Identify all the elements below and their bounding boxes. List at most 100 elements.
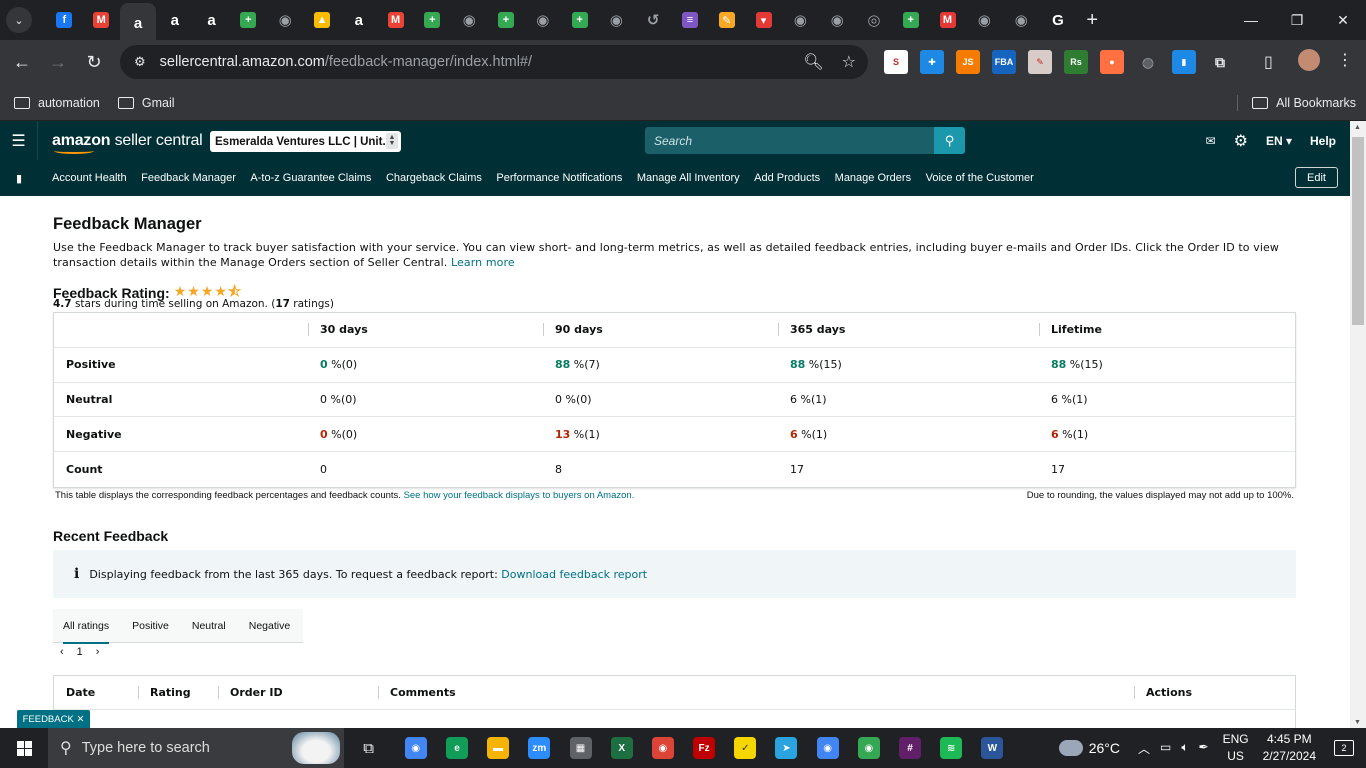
tab-neutral[interactable]: Neutral xyxy=(192,609,226,643)
taskbar-app[interactable]: Fz xyxy=(684,728,725,768)
browser-tab[interactable]: ◉ xyxy=(966,3,1003,37)
browser-tab[interactable]: a xyxy=(193,3,230,37)
ext-fba-icon[interactable]: FBA xyxy=(992,50,1016,74)
forward-button[interactable]: → xyxy=(40,45,76,81)
browser-tab[interactable]: + xyxy=(414,3,451,37)
col-comments[interactable]: Comments xyxy=(378,686,1134,699)
taskbar-app[interactable]: zm xyxy=(519,728,560,768)
tab-search-button[interactable]: ⌄ xyxy=(6,7,32,33)
browser-tab[interactable]: ▾ xyxy=(745,3,782,37)
tab-all-ratings[interactable]: All ratings xyxy=(63,609,110,644)
hamburger-menu-icon[interactable]: ☰ xyxy=(0,121,38,160)
browser-tab[interactable]: + xyxy=(892,3,929,37)
prev-page-icon[interactable]: ‹ xyxy=(60,646,64,658)
page-scrollbar[interactable]: ▲ ▼ xyxy=(1350,121,1366,728)
clock[interactable]: 4:45 PM 2/27/2024 xyxy=(1263,731,1316,765)
feedback-widget-tab[interactable]: FEEDBACK ✕ xyxy=(17,710,90,728)
browser-tab[interactable]: ◉ xyxy=(524,3,561,37)
browser-tab[interactable]: M xyxy=(929,3,966,37)
browser-tab[interactable]: + xyxy=(230,3,267,37)
bookmark-star-icon[interactable]: ☆ xyxy=(842,52,856,72)
browser-tab[interactable]: ≡ xyxy=(672,3,709,37)
profile-avatar[interactable] xyxy=(1298,49,1320,71)
nav-add-products[interactable]: Add Products xyxy=(754,172,820,184)
ext-sellerapp-icon[interactable]: S xyxy=(884,50,908,74)
nav-voice-of-customer[interactable]: Voice of the Customer xyxy=(926,172,1034,184)
bookmark-folder-gmail[interactable]: Gmail xyxy=(117,96,175,110)
notifications-icon[interactable]: 2 xyxy=(1334,740,1354,756)
next-page-icon[interactable]: › xyxy=(96,646,100,658)
bookmark-folder-automation[interactable]: automation xyxy=(14,96,100,110)
nav-chargeback-claims[interactable]: Chargeback Claims xyxy=(386,172,482,184)
browser-tab[interactable]: ▲ xyxy=(304,3,341,37)
browser-tab[interactable]: G xyxy=(1040,3,1077,37)
restore-button[interactable]: ❐ xyxy=(1274,0,1320,40)
chrome-menu-icon[interactable]: ⋮ xyxy=(1337,50,1353,70)
input-language[interactable]: ENG US xyxy=(1223,731,1249,765)
language-selector[interactable]: EN ▾ xyxy=(1266,134,1292,148)
browser-tab[interactable]: ◉ xyxy=(598,3,635,37)
mail-icon[interactable]: ✉ xyxy=(1206,134,1216,148)
scroll-up-arrow-icon[interactable]: ▲ xyxy=(1354,124,1361,131)
help-link[interactable]: Help xyxy=(1310,134,1336,148)
windows-start-icon[interactable] xyxy=(0,728,48,768)
feedback-display-link[interactable]: See how your feedback displays to buyers… xyxy=(404,490,635,501)
download-report-link[interactable]: Download feedback report xyxy=(501,568,647,581)
ext-globe-icon[interactable]: ◍ xyxy=(1136,50,1160,74)
nav-a-to-z-claims[interactable]: A-to-z Guarantee Claims xyxy=(250,172,371,184)
pen-icon[interactable]: ✒ xyxy=(1199,740,1209,757)
reload-button[interactable]: ↻ xyxy=(76,45,112,81)
back-button[interactable]: ← xyxy=(4,45,40,81)
browser-tab[interactable]: + xyxy=(561,3,598,37)
col-rating[interactable]: Rating xyxy=(138,686,218,699)
browser-tab[interactable]: M xyxy=(83,3,120,37)
ext-notes-icon[interactable]: ✎ xyxy=(1028,50,1052,74)
taskbar-app[interactable]: # xyxy=(889,728,930,768)
tab-negative[interactable]: Negative xyxy=(249,609,290,643)
side-panel-icon[interactable]: ▯ xyxy=(1264,52,1273,72)
nav-account-health[interactable]: Account Health xyxy=(52,172,127,184)
ext-puzzle-blue-icon[interactable]: ✚ xyxy=(920,50,944,74)
close-window-button[interactable]: ✕ xyxy=(1320,0,1366,40)
battery-icon[interactable]: ▭ xyxy=(1160,740,1171,757)
col-order-id[interactable]: Order ID xyxy=(218,686,378,699)
nav-performance-notifications[interactable]: Performance Notifications xyxy=(496,172,622,184)
extensions-puzzle-icon[interactable]: ⧉ xyxy=(1208,50,1232,74)
nav-manage-inventory[interactable]: Manage All Inventory xyxy=(637,172,740,184)
zoom-search-icon[interactable]: 🔍︎ xyxy=(803,52,823,72)
taskbar-app[interactable]: ≋ xyxy=(931,728,972,768)
account-switcher[interactable]: Esmeralda Ventures LLC | Unit... ▲ ▼ xyxy=(210,131,401,152)
ext-orange-icon[interactable]: ● xyxy=(1100,50,1124,74)
col-date[interactable]: Date xyxy=(54,686,138,699)
minimize-button[interactable]: — xyxy=(1228,0,1274,40)
ext-chart-icon[interactable]: ▮ xyxy=(1172,50,1196,74)
search-button[interactable]: ⚲ xyxy=(934,127,965,154)
taskbar-app[interactable]: W xyxy=(972,728,1013,768)
volume-icon[interactable]: 🔈︎ xyxy=(1181,740,1188,757)
address-bar[interactable]: ⚙ sellercentral.amazon.com/feedback-mana… xyxy=(120,45,868,79)
browser-tab[interactable]: ◎ xyxy=(856,3,893,37)
browser-tab[interactable]: M xyxy=(377,3,414,37)
learn-more-link[interactable]: Learn more xyxy=(451,256,515,269)
taskbar-app[interactable]: ▬ xyxy=(478,728,519,768)
browser-tab[interactable]: ◉ xyxy=(782,3,819,37)
amazon-seller-central-logo[interactable]: amazon seller central xyxy=(52,132,203,154)
taskbar-app[interactable]: e xyxy=(436,728,477,768)
browser-tab[interactable]: f xyxy=(46,3,83,37)
browser-tab[interactable]: + xyxy=(488,3,525,37)
taskbar-app[interactable]: ◉ xyxy=(807,728,848,768)
all-bookmarks[interactable]: All Bookmarks xyxy=(1252,85,1356,121)
browser-tab[interactable]: ◉ xyxy=(819,3,856,37)
settings-gear-icon[interactable]: ⚙ xyxy=(1234,131,1248,151)
browser-tab[interactable]: ◉ xyxy=(451,3,488,37)
browser-tab[interactable]: a xyxy=(119,3,157,43)
ext-rs-icon[interactable]: Rs xyxy=(1064,50,1088,74)
col-actions[interactable]: Actions xyxy=(1134,686,1294,699)
taskbar-app[interactable]: ✓ xyxy=(725,728,766,768)
browser-tab[interactable]: a xyxy=(156,3,193,37)
browser-tab[interactable]: ↺ xyxy=(635,3,672,37)
nav-manage-orders[interactable]: Manage Orders xyxy=(835,172,911,184)
taskbar-search-input[interactable]: ⚲ Type here to search xyxy=(48,728,344,768)
scroll-down-arrow-icon[interactable]: ▼ xyxy=(1354,719,1361,726)
current-page[interactable]: 1 xyxy=(77,646,83,658)
